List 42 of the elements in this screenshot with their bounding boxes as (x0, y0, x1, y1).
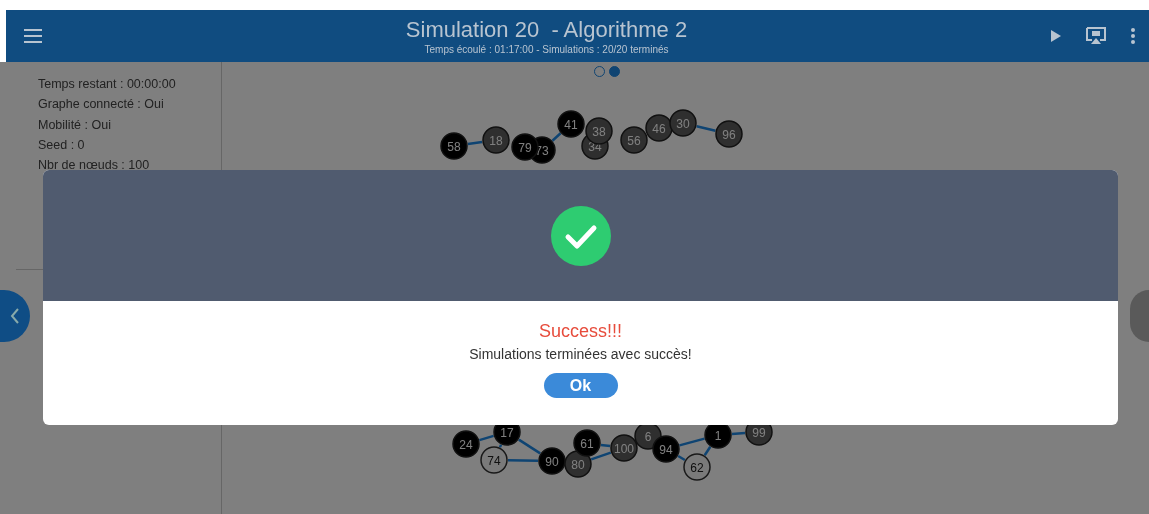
graph-edge (467, 140, 483, 146)
previous-button[interactable] (0, 290, 30, 342)
graph-edge (479, 434, 494, 442)
screen-icon[interactable] (1085, 27, 1107, 45)
graph-edge (696, 125, 716, 132)
info-line: Seed : 0 (38, 136, 86, 154)
window-subtitle: Temps écoulé : 01:17:00 - Simulations : 20/20 terminés (424, 42, 669, 56)
graph-node: 41 (557, 110, 585, 138)
graph-node: 58 (440, 132, 468, 160)
info-line: Temps restant : 00:00:00 (38, 76, 177, 93)
graph-edge (507, 458, 539, 463)
graph-edge (498, 444, 503, 448)
graph-edge (551, 132, 562, 142)
chevron-left-icon (10, 308, 20, 324)
graph-node: 46 (645, 114, 673, 142)
graph-node: 61 (573, 429, 601, 457)
info-line: Nbr de nœuds : 100 (38, 157, 151, 175)
page-dot[interactable] (609, 66, 620, 77)
graph-node: 100 (610, 434, 638, 462)
graph-node: 24 (452, 430, 480, 458)
ok-button[interactable]: Ok (543, 373, 618, 398)
graph-node: 90 (538, 447, 566, 475)
menu-icon[interactable] (24, 29, 42, 43)
graph-node: 56 (620, 126, 648, 154)
graph-edge (731, 431, 746, 436)
graph-node: 94 (652, 435, 680, 463)
info-line: Graphe connecté : Oui (38, 96, 165, 114)
dialog-title: Success!!! (539, 320, 622, 342)
more-icon[interactable] (1131, 28, 1135, 44)
graph-node: 30 (669, 109, 697, 137)
graph-edge (677, 454, 686, 462)
info-line: Mobilité : Oui (38, 116, 112, 134)
graph-edge (590, 451, 612, 461)
graph-node: 74 (480, 446, 508, 474)
dialog-message: Simulations terminées avec succès! (469, 345, 692, 364)
success-check-icon (550, 205, 611, 266)
graph-node: 18 (482, 126, 510, 154)
graph-node: 62 (683, 453, 711, 481)
graph-edge (600, 443, 611, 448)
graph-node: 96 (715, 120, 743, 148)
play-icon[interactable] (1051, 30, 1061, 42)
window-title: Simulation 20 - Algorithme 2 (405, 16, 688, 43)
